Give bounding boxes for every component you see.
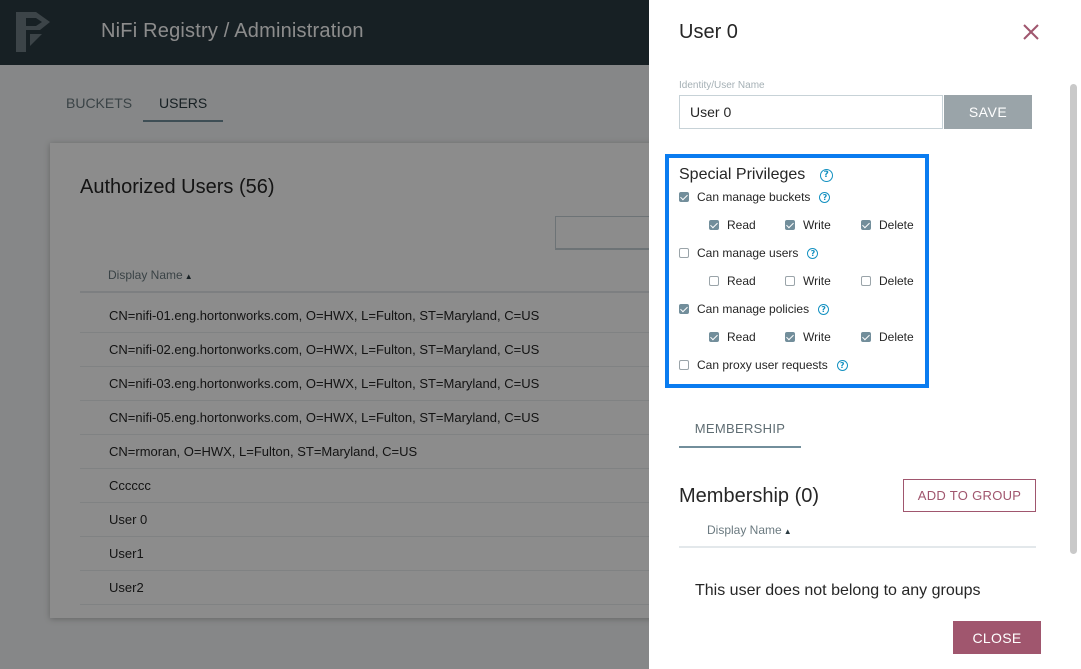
- panel-footer: CLOSE: [649, 606, 1081, 669]
- buckets-read-checkbox[interactable]: [709, 220, 719, 230]
- users-read-row: Read: [709, 274, 756, 288]
- tab-membership[interactable]: MEMBERSHIP: [679, 418, 801, 448]
- manage-policies-label: Can manage policies: [697, 302, 810, 316]
- close-button[interactable]: CLOSE: [953, 621, 1041, 654]
- help-icon[interactable]: ?: [819, 169, 833, 182]
- identity-field-label: Identity/User Name: [679, 80, 765, 91]
- policies-delete-checkbox[interactable]: [861, 332, 871, 342]
- policies-write-row: Write: [785, 330, 831, 344]
- save-button[interactable]: SAVE: [944, 95, 1032, 129]
- users-delete-checkbox[interactable]: [861, 276, 871, 286]
- users-delete-row: Delete: [861, 274, 914, 288]
- help-icon[interactable]: ?: [807, 247, 819, 259]
- membership-column-header[interactable]: Display Name ▲: [707, 523, 792, 537]
- manage-buckets-checkbox[interactable]: [679, 192, 689, 202]
- membership-column-label: Display Name: [707, 523, 782, 537]
- membership-title: Membership (0): [679, 485, 820, 507]
- proxy-requests-row: Can proxy user requests ?: [679, 358, 848, 372]
- read-label: Read: [727, 274, 756, 288]
- manage-users-checkbox[interactable]: [679, 248, 689, 258]
- help-icon[interactable]: ?: [836, 359, 848, 371]
- identity-input[interactable]: [679, 95, 943, 129]
- buckets-read-row: Read: [709, 218, 756, 232]
- users-write-checkbox[interactable]: [785, 276, 795, 286]
- read-label: Read: [727, 218, 756, 232]
- special-privileges-label: Special Privileges: [679, 166, 806, 183]
- help-icon[interactable]: ?: [818, 303, 830, 315]
- manage-users-label: Can manage users: [697, 246, 799, 260]
- write-label: Write: [803, 218, 831, 232]
- write-label: Write: [803, 274, 831, 288]
- manage-users-row: Can manage users ?: [679, 246, 819, 260]
- users-read-checkbox[interactable]: [709, 276, 719, 286]
- membership-header-divider: [679, 546, 1036, 548]
- sort-ascending-icon: ▲: [783, 527, 792, 536]
- manage-policies-row: Can manage policies ?: [679, 302, 830, 316]
- close-icon[interactable]: [1017, 18, 1045, 46]
- delete-label: Delete: [879, 218, 914, 232]
- write-label: Write: [803, 330, 831, 344]
- read-label: Read: [727, 330, 756, 344]
- proxy-requests-checkbox[interactable]: [679, 360, 689, 370]
- proxy-requests-label: Can proxy user requests: [697, 358, 828, 372]
- delete-label: Delete: [879, 274, 914, 288]
- manage-buckets-row: Can manage buckets ?: [679, 190, 831, 204]
- special-privileges-title: Special Privileges ?: [679, 166, 833, 184]
- panel-scrollbar-thumb[interactable]: [1070, 84, 1077, 554]
- buckets-write-row: Write: [785, 218, 831, 232]
- policies-read-row: Read: [709, 330, 756, 344]
- buckets-delete-row: Delete: [861, 218, 914, 232]
- empty-membership-message: This user does not belong to any groups: [695, 582, 981, 599]
- policies-write-checkbox[interactable]: [785, 332, 795, 342]
- delete-label: Delete: [879, 330, 914, 344]
- manage-policies-checkbox[interactable]: [679, 304, 689, 314]
- users-write-row: Write: [785, 274, 831, 288]
- buckets-delete-checkbox[interactable]: [861, 220, 871, 230]
- help-icon[interactable]: ?: [819, 191, 831, 203]
- manage-buckets-label: Can manage buckets: [697, 190, 811, 204]
- policies-delete-row: Delete: [861, 330, 914, 344]
- add-to-group-button[interactable]: ADD TO GROUP: [903, 479, 1036, 512]
- policies-read-checkbox[interactable]: [709, 332, 719, 342]
- buckets-write-checkbox[interactable]: [785, 220, 795, 230]
- edit-user-panel: User 0 Identity/User Name SAVE Special P…: [649, 0, 1081, 669]
- panel-title: User 0: [679, 21, 738, 43]
